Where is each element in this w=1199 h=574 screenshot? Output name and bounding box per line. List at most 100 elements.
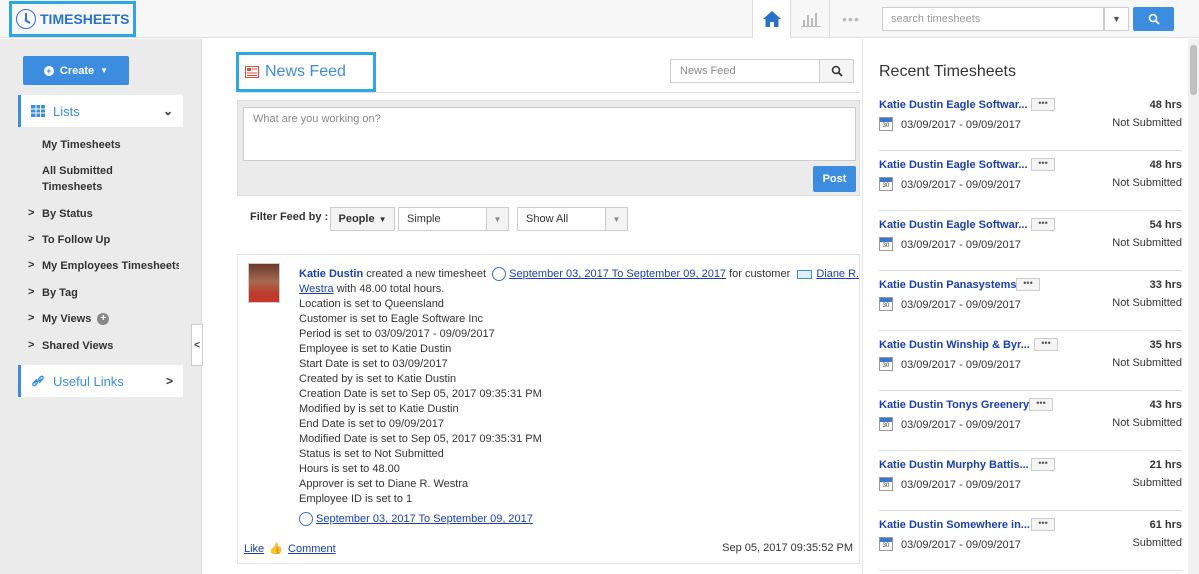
timesheet-name-link[interactable]: Katie Dustin Eagle Softwar... <box>879 159 1028 171</box>
chevron-right-icon: > <box>28 286 35 298</box>
app-title: TIMESHEETS <box>40 11 130 27</box>
more-options-button[interactable]: ••• <box>1031 158 1055 171</box>
comment-link[interactable]: Comment <box>288 543 336 555</box>
filter-type-select[interactable]: Simple ▼ <box>398 207 509 231</box>
avatar[interactable] <box>248 263 280 303</box>
more-button[interactable]: ••• <box>831 0 871 38</box>
lists-label: Lists <box>53 103 80 119</box>
filter-people-label: People <box>338 213 375 225</box>
feed-action-text: created a new timesheet <box>363 268 490 280</box>
timesheet-range: 03/09/2017 - 09/09/2017 <box>901 359 1021 371</box>
more-options-button[interactable]: ••• <box>1031 218 1055 231</box>
search-dropdown[interactable]: ▼ <box>1104 7 1129 31</box>
calendar-icon: 30 <box>879 297 893 311</box>
post-input[interactable]: What are you working on? <box>243 107 856 161</box>
chevron-right-icon: > <box>28 312 35 324</box>
recent-timesheet-item[interactable]: Katie Dustin Panasystems ••• 33 hrs 30 03/09… <box>879 271 1182 331</box>
timesheet-link-bottom[interactable]: September 03, 2017 To September 09, 2017 <box>316 513 533 525</box>
recent-timesheet-item[interactable]: Katie Dustin Murphy Battis... ••• 21 hrs 30… <box>879 451 1182 511</box>
feed-search-input[interactable]: News Feed <box>670 59 820 83</box>
recent-timesheet-item[interactable]: Katie Dustin Tonys Greenery ••• 43 hrs 30 03… <box>879 391 1182 451</box>
timesheet-name-link[interactable]: Katie Dustin Eagle Softwar... <box>879 99 1028 111</box>
plus-icon: + <box>43 65 54 76</box>
feed-detail: End Date is set to 09/09/2017 <box>299 418 444 430</box>
feed-search-button[interactable] <box>819 59 854 83</box>
feed-line: September 03, 2017 To September 09, 2017 <box>299 512 854 527</box>
filter-show-select[interactable]: Show All ▼ <box>517 207 628 231</box>
search-button[interactable] <box>1133 7 1174 31</box>
timesheet-status: Not Submitted <box>1112 297 1182 309</box>
scrollbar-thumb[interactable] <box>1190 45 1197 95</box>
more-options-button[interactable]: ••• <box>1034 338 1058 351</box>
more-options-button[interactable]: ••• <box>1029 398 1053 411</box>
home-button[interactable] <box>752 0 791 38</box>
caret-down-icon: ▼ <box>378 214 387 224</box>
sidebar-item-shared-views[interactable]: Shared Views <box>42 338 182 354</box>
more-options-button[interactable]: ••• <box>1031 458 1055 471</box>
scrollbar[interactable] <box>1188 39 1199 574</box>
recent-title: Recent Timesheets <box>879 63 1016 80</box>
clock-icon <box>16 9 36 29</box>
timesheet-status: Not Submitted <box>1112 417 1182 429</box>
timesheet-name-link[interactable]: Katie Dustin Eagle Softwar... <box>879 219 1028 231</box>
timesheet-status: Not Submitted <box>1112 357 1182 369</box>
timesheet-status: Not Submitted <box>1112 237 1182 249</box>
app-logo[interactable]: TIMESHEETS <box>9 1 136 37</box>
create-label: Create <box>59 64 95 77</box>
chevron-left-icon: < <box>194 339 200 351</box>
collapse-sidebar-button[interactable]: < <box>191 324 203 366</box>
recent-timesheet-item[interactable]: Katie Dustin Eagle Softwar... ••• 48 hrs 30… <box>879 151 1182 211</box>
recent-timesheet-item[interactable]: Katie Dustin Somewhere in... ••• 61 hrs 30 0… <box>879 511 1182 571</box>
timesheet-link[interactable]: September 03, 2017 To September 09, 2017 <box>509 268 726 280</box>
like-link[interactable]: Like <box>244 543 264 555</box>
feed-detail: Start Date is set to 03/09/2017 <box>299 358 448 370</box>
add-view-icon[interactable]: + <box>97 313 110 326</box>
timesheet-range: 03/09/2017 - 09/09/2017 <box>901 239 1021 251</box>
feed-detail: Approver is set to Diane R. Westra <box>299 478 469 490</box>
feed-author-link[interactable]: Katie Dustin <box>299 268 363 280</box>
timesheet-hours: 43 hrs <box>1149 399 1182 411</box>
calendar-icon: 30 <box>879 477 893 491</box>
recent-timesheet-item[interactable]: Katie Dustin Eagle Softwar... ••• 48 hrs 30… <box>879 91 1182 151</box>
sidebar-item-all-submitted[interactable]: All Submitted Timesheets <box>42 163 132 195</box>
useful-links-panel[interactable]: Useful Links > <box>18 365 183 397</box>
chevron-down-icon: ▼ <box>486 208 508 230</box>
home-icon <box>762 11 781 27</box>
more-options-button[interactable]: ••• <box>1031 98 1055 111</box>
more-options-button[interactable]: ••• <box>1016 278 1040 291</box>
timesheet-range: 03/09/2017 - 09/09/2017 <box>901 479 1021 491</box>
sidebar-item-by-status[interactable]: By Status <box>42 206 182 222</box>
filter-people-dropdown[interactable]: People ▼ <box>330 207 395 231</box>
reports-button[interactable] <box>792 0 830 38</box>
post-button[interactable]: Post <box>813 166 856 192</box>
caret-down-icon: ▼ <box>100 66 109 75</box>
calendar-icon: 30 <box>879 117 893 131</box>
sidebar-item-my-views[interactable]: My Views + <box>42 311 182 327</box>
timesheet-hours: 61 hrs <box>1149 519 1182 531</box>
sidebar-item-by-tag[interactable]: By Tag <box>42 285 182 301</box>
chevron-right-icon: > <box>165 374 173 388</box>
timesheet-name-link[interactable]: Katie Dustin Murphy Battis... <box>879 459 1029 471</box>
header-divider <box>238 92 860 93</box>
feed-item-body: Katie Dustin created a new timesheet Sep… <box>299 267 859 527</box>
lists-panel[interactable]: Lists ⌄ <box>18 95 183 127</box>
timesheet-name-link[interactable]: Katie Dustin Somewhere in... <box>879 519 1030 531</box>
feed-detail: Customer is set to Eagle Software Inc <box>299 313 484 325</box>
customer-link-continued[interactable]: Westra <box>299 283 334 295</box>
recent-timesheet-item[interactable]: Katie Dustin Eagle Softwar... ••• 54 hrs 30… <box>879 211 1182 271</box>
timesheet-name-link[interactable]: Katie Dustin Winship & Byr... <box>879 339 1030 351</box>
timesheet-name-link[interactable]: Katie Dustin Tonys Greenery <box>879 399 1029 411</box>
feed-detail: Period is set to 03/09/2017 - 09/09/2017 <box>299 328 495 340</box>
search-input[interactable]: search timesheets <box>882 7 1104 31</box>
customer-link[interactable]: Diane R. <box>816 268 859 280</box>
more-options-button[interactable]: ••• <box>1031 518 1055 531</box>
sidebar-item-to-follow-up[interactable]: To Follow Up <box>42 232 182 248</box>
calendar-icon: 30 <box>879 537 893 551</box>
sidebar-item-my-employees[interactable]: My Employees Timesheets <box>42 258 179 274</box>
feed-timestamp: Sep 05, 2017 09:35:52 PM <box>722 542 853 554</box>
feed-detail: Status is set to Not Submitted <box>299 448 444 460</box>
create-button[interactable]: + Create ▼ <box>23 56 129 85</box>
timesheet-name-link[interactable]: Katie Dustin Panasystems <box>879 279 1017 291</box>
recent-timesheet-item[interactable]: Katie Dustin Winship & Byr... ••• 35 hrs 30… <box>879 331 1182 391</box>
sidebar-item-my-timesheets[interactable]: My Timesheets <box>42 137 182 153</box>
